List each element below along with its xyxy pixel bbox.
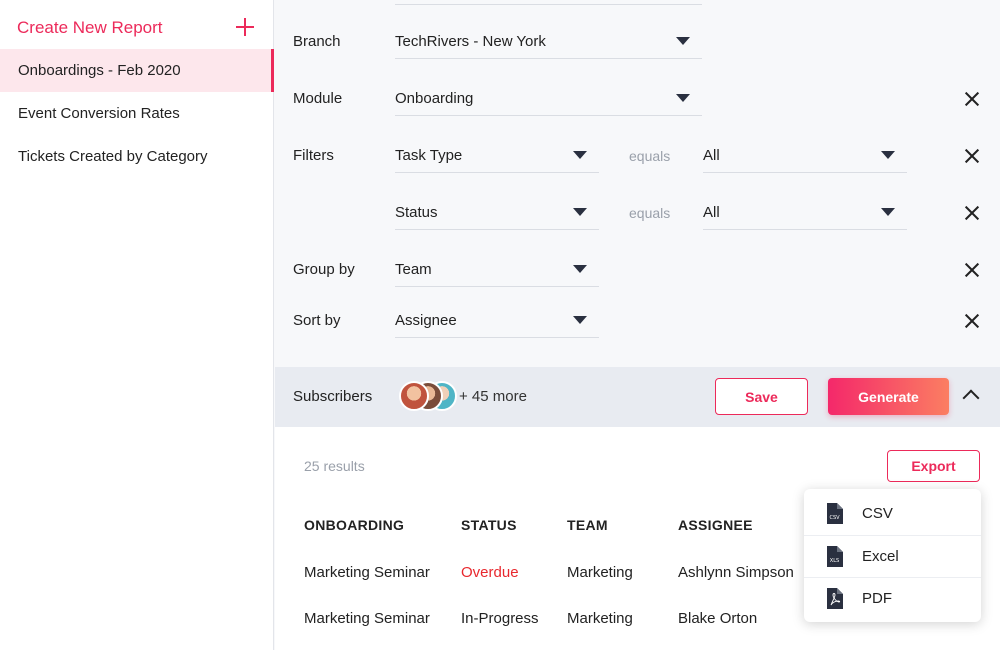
create-new-report-button[interactable]: Create New Report: [0, 6, 274, 49]
create-new-report-label: Create New Report: [17, 17, 163, 37]
export-menu-item-pdf[interactable]: PDF: [804, 577, 981, 619]
sidebar-item-event-conversion-rates[interactable]: Event Conversion Rates: [0, 92, 274, 135]
excel-file-icon: XLS: [827, 546, 843, 567]
svg-text:XLS: XLS: [830, 558, 839, 564]
group-by-value: Team: [395, 261, 432, 278]
module-select[interactable]: Onboarding: [395, 82, 702, 116]
subscribers-label: Subscribers: [293, 388, 373, 405]
table-cell-onboarding: Marketing Seminar: [304, 610, 430, 627]
csv-file-icon: CSV: [827, 502, 843, 524]
branch-select[interactable]: TechRivers - New York: [395, 25, 702, 59]
column-header-assignee[interactable]: ASSIGNEE: [678, 517, 753, 533]
export-button[interactable]: Export: [887, 450, 980, 482]
table-cell-assignee: Ashlynn Simpson: [678, 564, 794, 581]
sidebar-item-tickets-created-by-category[interactable]: Tickets Created by Category: [0, 135, 274, 178]
module-value: Onboarding: [395, 90, 474, 107]
group-by-select[interactable]: Team: [395, 253, 599, 287]
filter-value-select[interactable]: All: [703, 139, 907, 173]
caret-down-icon: [881, 151, 895, 159]
results-count: 25 results: [304, 458, 365, 474]
filter-field-select[interactable]: Status: [395, 196, 599, 230]
table-cell-team: Marketing: [567, 610, 633, 627]
remove-sort-by-close-icon[interactable]: [965, 314, 979, 328]
plus-icon[interactable]: [236, 18, 254, 36]
export-menu-item-csv[interactable]: CSV CSV: [804, 492, 981, 534]
export-menu-item-excel[interactable]: XLS Excel: [804, 535, 981, 577]
remove-filter-close-icon[interactable]: [965, 206, 979, 220]
save-button[interactable]: Save: [715, 378, 808, 415]
divider: [395, 4, 702, 5]
sidebar: Create New Report Onboardings - Feb 2020…: [0, 0, 274, 650]
svg-text:CSV: CSV: [829, 515, 840, 521]
filter-field-select[interactable]: Task Type: [395, 139, 599, 173]
generate-button[interactable]: Generate: [828, 378, 949, 415]
filter-field-value: Status: [395, 204, 438, 221]
export-menu: CSV CSV XLS Excel PDF: [804, 489, 981, 622]
table-cell-status: In-Progress: [461, 610, 539, 627]
filter-value: All: [703, 147, 720, 164]
export-menu-label: CSV: [862, 504, 893, 522]
subscribers-bar: Subscribers + 45 more Save Generate: [275, 367, 1000, 427]
pdf-file-icon: [827, 588, 843, 609]
sort-by-value: Assignee: [395, 312, 457, 329]
export-menu-label: Excel: [862, 548, 899, 565]
table-cell-assignee: Blake Orton: [678, 610, 758, 627]
column-header-team[interactable]: TEAM: [567, 517, 608, 533]
caret-down-icon: [676, 37, 690, 45]
export-menu-label: PDF: [862, 590, 892, 607]
more-subscribers-link[interactable]: + 45 more: [459, 388, 527, 405]
remove-filter-close-icon[interactable]: [965, 149, 979, 163]
filter-value-select[interactable]: All: [703, 196, 907, 230]
table-cell-team: Marketing: [567, 564, 633, 581]
filter-operator: equals: [629, 205, 671, 221]
column-header-onboarding[interactable]: ONBOARDING: [304, 517, 404, 533]
filter-field-value: Task Type: [395, 147, 463, 164]
report-form: Branch TechRivers - New York Module Onbo…: [275, 0, 1000, 367]
table-cell-status: Overdue: [461, 564, 519, 581]
branch-value: TechRivers - New York: [395, 33, 546, 50]
branch-label: Branch: [293, 33, 341, 50]
filter-value: All: [703, 204, 720, 221]
sort-by-label: Sort by: [293, 312, 341, 329]
chevron-up-icon[interactable]: [962, 389, 980, 407]
sort-by-select[interactable]: Assignee: [395, 304, 599, 338]
remove-group-by-close-icon[interactable]: [965, 263, 979, 277]
caret-down-icon: [676, 94, 690, 102]
caret-down-icon: [573, 151, 587, 159]
caret-down-icon: [573, 316, 587, 324]
remove-module-close-icon[interactable]: [965, 92, 979, 106]
filter-operator: equals: [629, 148, 671, 164]
avatar: [399, 381, 429, 411]
subscriber-avatars[interactable]: [399, 381, 459, 413]
column-header-status[interactable]: STATUS: [461, 517, 517, 533]
caret-down-icon: [881, 208, 895, 216]
filters-label: Filters: [293, 147, 334, 164]
table-cell-onboarding: Marketing Seminar: [304, 564, 430, 581]
sidebar-item-onboardings-feb-2020[interactable]: Onboardings - Feb 2020: [0, 49, 274, 92]
caret-down-icon: [573, 208, 587, 216]
group-by-label: Group by: [293, 261, 355, 278]
module-label: Module: [293, 90, 343, 107]
caret-down-icon: [573, 265, 587, 273]
